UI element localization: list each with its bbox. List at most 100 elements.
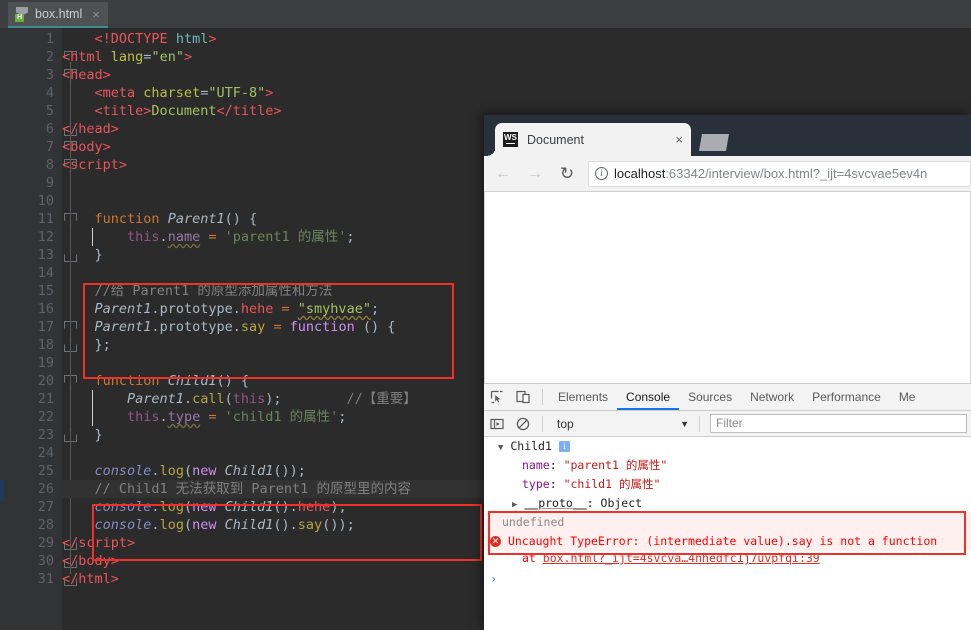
code-line[interactable]: <meta charset="UTF-8"> (62, 84, 486, 102)
tab-performance[interactable]: Performance (803, 384, 890, 410)
inspect-element-icon[interactable] (484, 384, 510, 410)
line-number: 2 (6, 48, 54, 66)
html5-badge: H (15, 14, 24, 22)
browser-tab-document[interactable]: WS Document × (495, 123, 691, 156)
forward-button[interactable]: → (522, 161, 548, 187)
code-line[interactable]: </head> (62, 120, 486, 138)
code-line[interactable]: <title>Document</title> (62, 102, 486, 120)
code-line[interactable]: this.type = 'child1 的属性'; (62, 408, 486, 426)
console-undefined-row: undefined (484, 513, 971, 532)
code-line[interactable]: <script> (62, 156, 486, 174)
console-output[interactable]: ▼ Child1 i name: "parent1 的属性" type: "ch… (484, 437, 971, 630)
code-line[interactable]: console.log(new Child1().say()); (62, 516, 486, 534)
editor-gutter[interactable]: 1234567891011121314151617181920212223242… (0, 28, 62, 630)
code-line[interactable] (62, 264, 486, 282)
close-icon[interactable]: × (675, 132, 683, 147)
code-line[interactable]: <body> (62, 138, 486, 156)
line-number: 14 (6, 264, 54, 282)
code-line[interactable]: this.name = 'parent1 的属性'; (62, 228, 486, 246)
line-number: 3 (6, 66, 54, 84)
console-toolbar-divider-2 (699, 416, 700, 432)
console-property-row: name: "parent1 的属性" (484, 456, 971, 475)
code-editor-area[interactable]: <!DOCTYPE html><html lang="en"><head> <m… (62, 28, 486, 630)
device-toolbar-icon[interactable] (510, 384, 536, 410)
line-number: 31 (6, 570, 54, 588)
line-number: 16 (6, 300, 54, 318)
code-line[interactable]: <html lang="en"> (62, 48, 486, 66)
line-number: 8 (6, 156, 54, 174)
editor-tab-label: box.html (35, 7, 82, 21)
code-line[interactable]: } (62, 246, 486, 264)
webstorm-favicon: WS (503, 132, 518, 147)
console-prompt-row[interactable]: › (484, 570, 971, 589)
html5-file-icon: H (15, 7, 29, 22)
devtools-tabbar: Elements Console Sources Network Perform… (484, 384, 971, 411)
code-line[interactable]: console.log(new Child1()); (62, 462, 486, 480)
code-line[interactable]: Parent1.prototype.say = function () { (62, 318, 486, 336)
code-line[interactable]: console.log(new Child1().hehe); (62, 498, 486, 516)
property-value: "parent1 的属性" (564, 458, 668, 472)
line-number: 18 (6, 336, 54, 354)
browser-toolbar: ← → ↻ i localhost:63342/interview/box.ht… (484, 156, 971, 192)
proto-value: Object (601, 496, 643, 510)
line-number: 28 (6, 516, 54, 534)
code-line[interactable] (62, 354, 486, 372)
code-line[interactable]: <!DOCTYPE html> (62, 30, 486, 48)
clear-console-icon[interactable] (510, 411, 536, 437)
console-filter-input[interactable]: Filter (710, 414, 967, 433)
code-line[interactable] (62, 192, 486, 210)
execution-context-select[interactable]: top ▼ (553, 414, 693, 434)
code-line[interactable]: Parent1.call(this); //【重要】 (62, 390, 486, 408)
tab-console[interactable]: Console (617, 384, 679, 410)
back-button[interactable]: ← (490, 161, 516, 187)
line-number: 7 (6, 138, 54, 156)
code-line[interactable] (62, 174, 486, 192)
tab-memory[interactable]: Me (890, 384, 925, 410)
tab-network[interactable]: Network (741, 384, 803, 410)
console-object-row[interactable]: ▼ Child1 i (484, 437, 971, 456)
line-number: 30 (6, 552, 54, 570)
chevron-down-icon: ▼ (680, 419, 689, 429)
error-source-link[interactable]: box.html?_ijt=4svcva…4nhedfc1j7uvpfqi:39 (543, 551, 820, 565)
info-icon[interactable]: i (559, 441, 570, 452)
tab-elements[interactable]: Elements (549, 384, 617, 410)
code-line[interactable]: function Parent1() { (62, 210, 486, 228)
indent-guide (92, 228, 93, 246)
line-number: 24 (6, 444, 54, 462)
close-icon[interactable]: × (92, 7, 100, 22)
tab-sources[interactable]: Sources (679, 384, 741, 410)
code-line[interactable] (62, 444, 486, 462)
code-line[interactable]: function Child1() { (62, 372, 486, 390)
proto-key: __proto__ (524, 496, 586, 510)
code-line[interactable]: } (62, 426, 486, 444)
line-number: 4 (6, 84, 54, 102)
undefined-text: undefined (502, 515, 564, 529)
code-line[interactable]: }; (62, 336, 486, 354)
line-number: 5 (6, 102, 54, 120)
code-line[interactable]: //给 Parent1 的原型添加属性和方法 (62, 282, 486, 300)
browser-tab-title: Document (527, 133, 675, 147)
code-line[interactable]: // Child1 无法获取到 Parent1 的原型里的内容 (62, 480, 486, 498)
reload-button[interactable]: ↻ (554, 161, 580, 187)
line-number: 10 (6, 192, 54, 210)
page-viewport[interactable] (484, 192, 971, 383)
code-line[interactable]: </body> (62, 552, 486, 570)
code-line[interactable]: </html> (62, 570, 486, 588)
code-line[interactable]: <head> (62, 66, 486, 84)
site-info-icon[interactable]: i (595, 167, 608, 180)
address-bar[interactable]: i localhost:63342/interview/box.html?_ij… (588, 161, 971, 187)
code-line[interactable]: Parent1.prototype.hehe = "smyhvae"; (62, 300, 486, 318)
error-message: Uncaught TypeError: (intermediate value)… (508, 534, 937, 548)
url-path: :63342/interview/box.html?_ijt=4svcvae5e… (665, 166, 927, 181)
console-property-row: type: "child1 的属性" (484, 475, 971, 494)
console-toolbar: top ▼ Filter (484, 411, 971, 437)
console-proto-row[interactable]: ▶ __proto__: Object (484, 494, 971, 513)
code-line[interactable]: </script> (62, 534, 486, 552)
new-tab-button[interactable] (699, 134, 729, 151)
console-sidebar-icon[interactable] (484, 411, 510, 437)
line-number: 26 (6, 480, 54, 498)
editor-tab-box-html[interactable]: H box.html × (8, 2, 108, 28)
line-number: 9 (6, 174, 54, 192)
line-marker (0, 480, 4, 502)
prompt-arrow-icon: › (490, 572, 497, 586)
